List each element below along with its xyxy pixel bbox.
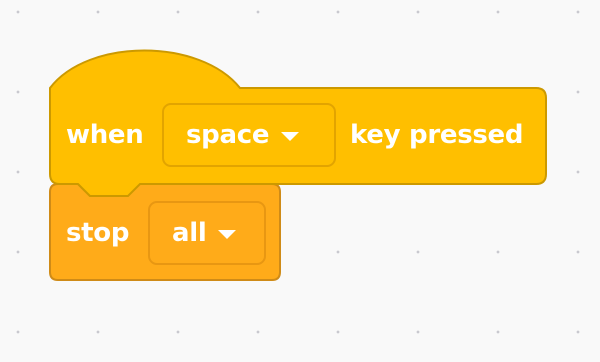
chevron-down-icon: [218, 230, 237, 239]
key-select-value: space: [186, 120, 270, 150]
key-pressed-label: key pressed: [350, 120, 524, 150]
script-stack: [49, 49, 547, 281]
code-workspace[interactable]: when space key pressed stop all: [0, 0, 600, 362]
key-select-dropdown[interactable]: space: [162, 103, 336, 167]
when-label: when: [66, 120, 144, 150]
stop-option-dropdown[interactable]: all: [148, 201, 266, 265]
chevron-down-icon: [281, 132, 300, 141]
stop-label: stop: [66, 218, 130, 248]
stop-option-value: all: [172, 218, 207, 248]
